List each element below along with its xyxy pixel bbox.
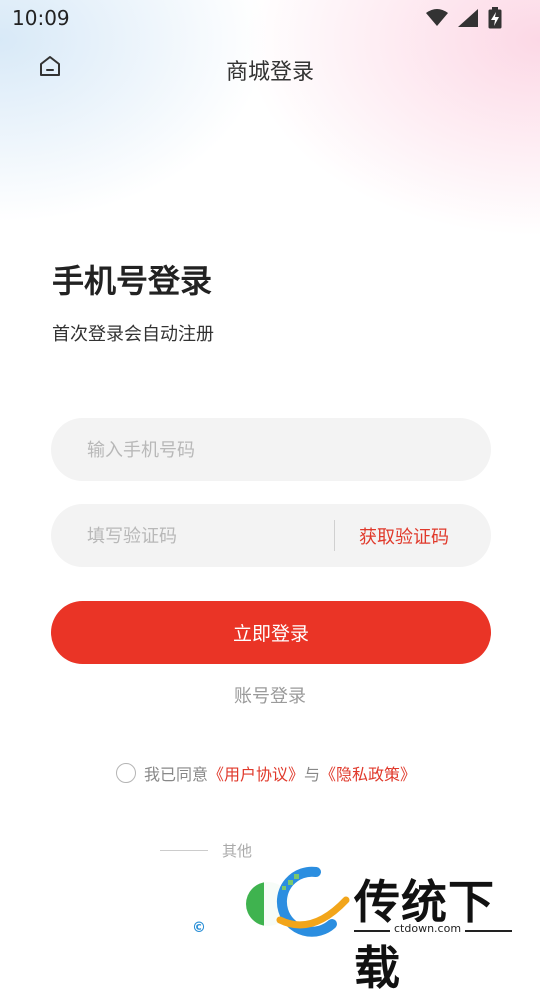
agreement-prefix: 我已同意 <box>144 765 209 784</box>
code-field: 获取验证码 <box>51 504 491 569</box>
other-login-divider: 其他 <box>160 840 252 861</box>
title-bar: 商城登录 <box>0 46 540 92</box>
divider-line <box>160 850 208 851</box>
signal-icon <box>458 9 478 27</box>
get-code-button[interactable]: 获取验证码 <box>359 523 449 549</box>
status-time: 10:09 <box>12 6 70 30</box>
page-title: 商城登录 <box>225 60 314 85</box>
watermark: 传统下载 ctdown.com <box>264 862 540 995</box>
agreement-radio[interactable] <box>116 763 136 783</box>
agreement-joiner: 与 <box>304 765 321 784</box>
user-agreement-link[interactable]: 《用户协议》 <box>208 761 304 785</box>
wifi-icon <box>426 9 448 26</box>
code-input[interactable] <box>85 504 319 569</box>
privacy-policy-link[interactable]: 《隐私政策》 <box>320 761 416 785</box>
account-login-link[interactable]: 账号登录 <box>0 682 540 708</box>
field-divider <box>334 520 335 551</box>
agreement-row: 我已同意 《用户协议》 与 《隐私政策》 <box>116 761 416 785</box>
battery-charging-icon <box>488 7 502 29</box>
login-heading: 手机号登录 <box>52 262 213 300</box>
brand-url: ctdown.com <box>390 922 466 935</box>
phone-input[interactable] <box>85 418 469 483</box>
login-button[interactable]: 立即登录 <box>51 601 491 664</box>
login-subheading: 首次登录会自动注册 <box>52 324 214 345</box>
copyright-icon: © <box>192 920 206 936</box>
other-login-label: 其他 <box>222 842 253 860</box>
status-bar: 10:09 <box>0 0 540 36</box>
phone-field <box>51 418 491 483</box>
brand-logo-icon <box>276 866 350 937</box>
